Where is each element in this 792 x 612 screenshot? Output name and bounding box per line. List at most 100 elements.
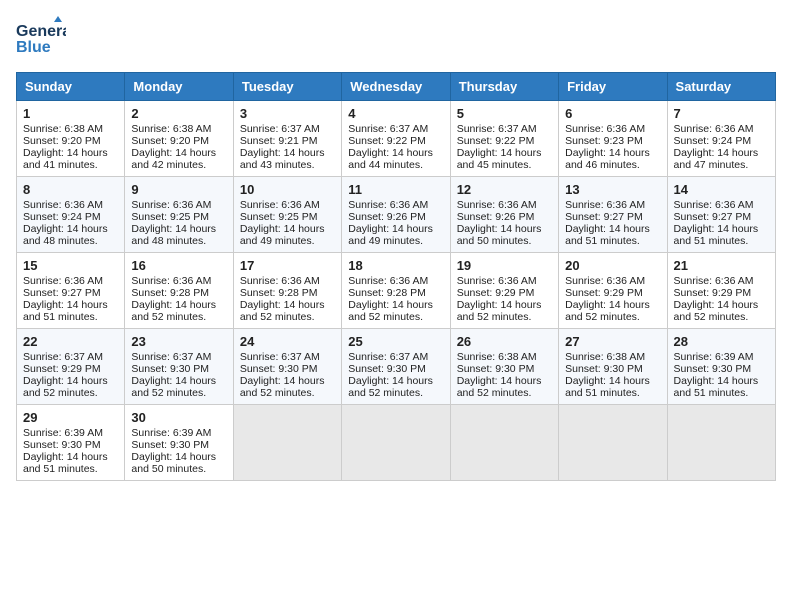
sunrise-text: Sunrise: 6:36 AM: [674, 123, 754, 135]
sunrise-text: Sunrise: 6:36 AM: [240, 199, 320, 211]
daylight-text: Daylight: 14 hours and 50 minutes.: [131, 451, 216, 475]
sunset-text: Sunset: 9:28 PM: [348, 287, 426, 299]
daylight-text: Daylight: 14 hours and 52 minutes.: [565, 299, 650, 323]
calendar-day-cell: 13 Sunrise: 6:36 AM Sunset: 9:27 PM Dayl…: [559, 177, 667, 253]
calendar-day-cell: 3 Sunrise: 6:37 AM Sunset: 9:21 PM Dayli…: [233, 101, 341, 177]
calendar-day-cell: 16 Sunrise: 6:36 AM Sunset: 9:28 PM Dayl…: [125, 253, 233, 329]
daylight-text: Daylight: 14 hours and 52 minutes.: [348, 375, 433, 399]
calendar-day-cell: 29 Sunrise: 6:39 AM Sunset: 9:30 PM Dayl…: [17, 405, 125, 481]
daylight-text: Daylight: 14 hours and 52 minutes.: [23, 375, 108, 399]
daylight-text: Daylight: 14 hours and 47 minutes.: [674, 147, 759, 171]
day-number: 23: [131, 334, 226, 349]
calendar-day-cell: 19 Sunrise: 6:36 AM Sunset: 9:29 PM Dayl…: [450, 253, 558, 329]
sunrise-text: Sunrise: 6:38 AM: [23, 123, 103, 135]
calendar-day-cell: 21 Sunrise: 6:36 AM Sunset: 9:29 PM Dayl…: [667, 253, 775, 329]
day-number: 3: [240, 106, 335, 121]
day-number: 2: [131, 106, 226, 121]
calendar-table: SundayMondayTuesdayWednesdayThursdayFrid…: [16, 72, 776, 481]
day-number: 14: [674, 182, 769, 197]
sunset-text: Sunset: 9:26 PM: [457, 211, 535, 223]
daylight-text: Daylight: 14 hours and 52 minutes.: [457, 375, 542, 399]
day-number: 11: [348, 182, 443, 197]
sunrise-text: Sunrise: 6:36 AM: [348, 199, 428, 211]
daylight-text: Daylight: 14 hours and 52 minutes.: [674, 299, 759, 323]
sunset-text: Sunset: 9:30 PM: [23, 439, 101, 451]
sunset-text: Sunset: 9:23 PM: [565, 135, 643, 147]
sunrise-text: Sunrise: 6:38 AM: [457, 351, 537, 363]
weekday-header: Tuesday: [233, 73, 341, 101]
calendar-day-cell: 2 Sunrise: 6:38 AM Sunset: 9:20 PM Dayli…: [125, 101, 233, 177]
sunrise-text: Sunrise: 6:36 AM: [565, 275, 645, 287]
day-number: 17: [240, 258, 335, 273]
svg-text:Blue: Blue: [16, 39, 51, 56]
weekday-header: Monday: [125, 73, 233, 101]
sunset-text: Sunset: 9:30 PM: [240, 363, 318, 375]
day-number: 8: [23, 182, 118, 197]
day-number: 15: [23, 258, 118, 273]
calendar-day-cell: [450, 405, 558, 481]
sunset-text: Sunset: 9:29 PM: [23, 363, 101, 375]
day-number: 16: [131, 258, 226, 273]
weekday-header: Sunday: [17, 73, 125, 101]
daylight-text: Daylight: 14 hours and 52 minutes.: [457, 299, 542, 323]
daylight-text: Daylight: 14 hours and 42 minutes.: [131, 147, 216, 171]
day-number: 28: [674, 334, 769, 349]
sunrise-text: Sunrise: 6:39 AM: [131, 427, 211, 439]
calendar-day-cell: 28 Sunrise: 6:39 AM Sunset: 9:30 PM Dayl…: [667, 329, 775, 405]
sunset-text: Sunset: 9:25 PM: [131, 211, 209, 223]
sunrise-text: Sunrise: 6:36 AM: [131, 199, 211, 211]
sunrise-text: Sunrise: 6:37 AM: [348, 123, 428, 135]
daylight-text: Daylight: 14 hours and 52 minutes.: [240, 299, 325, 323]
sunset-text: Sunset: 9:24 PM: [23, 211, 101, 223]
page-header: General Blue: [16, 16, 776, 60]
calendar-day-cell: 18 Sunrise: 6:36 AM Sunset: 9:28 PM Dayl…: [342, 253, 450, 329]
calendar-day-cell: [342, 405, 450, 481]
daylight-text: Daylight: 14 hours and 48 minutes.: [23, 223, 108, 247]
calendar-day-cell: 12 Sunrise: 6:36 AM Sunset: 9:26 PM Dayl…: [450, 177, 558, 253]
day-number: 7: [674, 106, 769, 121]
calendar-day-cell: 9 Sunrise: 6:36 AM Sunset: 9:25 PM Dayli…: [125, 177, 233, 253]
daylight-text: Daylight: 14 hours and 51 minutes.: [23, 451, 108, 475]
day-number: 4: [348, 106, 443, 121]
day-number: 13: [565, 182, 660, 197]
daylight-text: Daylight: 14 hours and 44 minutes.: [348, 147, 433, 171]
day-number: 1: [23, 106, 118, 121]
weekday-header: Saturday: [667, 73, 775, 101]
sunrise-text: Sunrise: 6:38 AM: [565, 351, 645, 363]
calendar-day-cell: 10 Sunrise: 6:36 AM Sunset: 9:25 PM Dayl…: [233, 177, 341, 253]
logo: General Blue: [16, 16, 66, 60]
sunset-text: Sunset: 9:27 PM: [674, 211, 752, 223]
sunset-text: Sunset: 9:27 PM: [23, 287, 101, 299]
calendar-day-cell: 8 Sunrise: 6:36 AM Sunset: 9:24 PM Dayli…: [17, 177, 125, 253]
calendar-day-cell: 11 Sunrise: 6:36 AM Sunset: 9:26 PM Dayl…: [342, 177, 450, 253]
sunset-text: Sunset: 9:29 PM: [457, 287, 535, 299]
day-number: 29: [23, 410, 118, 425]
daylight-text: Daylight: 14 hours and 46 minutes.: [565, 147, 650, 171]
sunset-text: Sunset: 9:27 PM: [565, 211, 643, 223]
sunset-text: Sunset: 9:25 PM: [240, 211, 318, 223]
sunset-text: Sunset: 9:21 PM: [240, 135, 318, 147]
daylight-text: Daylight: 14 hours and 52 minutes.: [348, 299, 433, 323]
daylight-text: Daylight: 14 hours and 43 minutes.: [240, 147, 325, 171]
day-number: 21: [674, 258, 769, 273]
calendar-day-cell: 20 Sunrise: 6:36 AM Sunset: 9:29 PM Dayl…: [559, 253, 667, 329]
daylight-text: Daylight: 14 hours and 51 minutes.: [674, 375, 759, 399]
calendar-day-cell: 1 Sunrise: 6:38 AM Sunset: 9:20 PM Dayli…: [17, 101, 125, 177]
daylight-text: Daylight: 14 hours and 49 minutes.: [348, 223, 433, 247]
calendar-day-cell: [559, 405, 667, 481]
day-number: 25: [348, 334, 443, 349]
calendar-day-cell: 15 Sunrise: 6:36 AM Sunset: 9:27 PM Dayl…: [17, 253, 125, 329]
calendar-day-cell: 27 Sunrise: 6:38 AM Sunset: 9:30 PM Dayl…: [559, 329, 667, 405]
daylight-text: Daylight: 14 hours and 51 minutes.: [565, 223, 650, 247]
calendar-day-cell: [233, 405, 341, 481]
sunrise-text: Sunrise: 6:37 AM: [348, 351, 428, 363]
sunrise-text: Sunrise: 6:36 AM: [457, 199, 537, 211]
calendar-day-cell: 7 Sunrise: 6:36 AM Sunset: 9:24 PM Dayli…: [667, 101, 775, 177]
sunrise-text: Sunrise: 6:39 AM: [23, 427, 103, 439]
calendar-header-row: SundayMondayTuesdayWednesdayThursdayFrid…: [17, 73, 776, 101]
sunrise-text: Sunrise: 6:37 AM: [457, 123, 537, 135]
sunrise-text: Sunrise: 6:36 AM: [674, 199, 754, 211]
day-number: 26: [457, 334, 552, 349]
sunrise-text: Sunrise: 6:37 AM: [240, 351, 320, 363]
sunrise-text: Sunrise: 6:36 AM: [23, 199, 103, 211]
